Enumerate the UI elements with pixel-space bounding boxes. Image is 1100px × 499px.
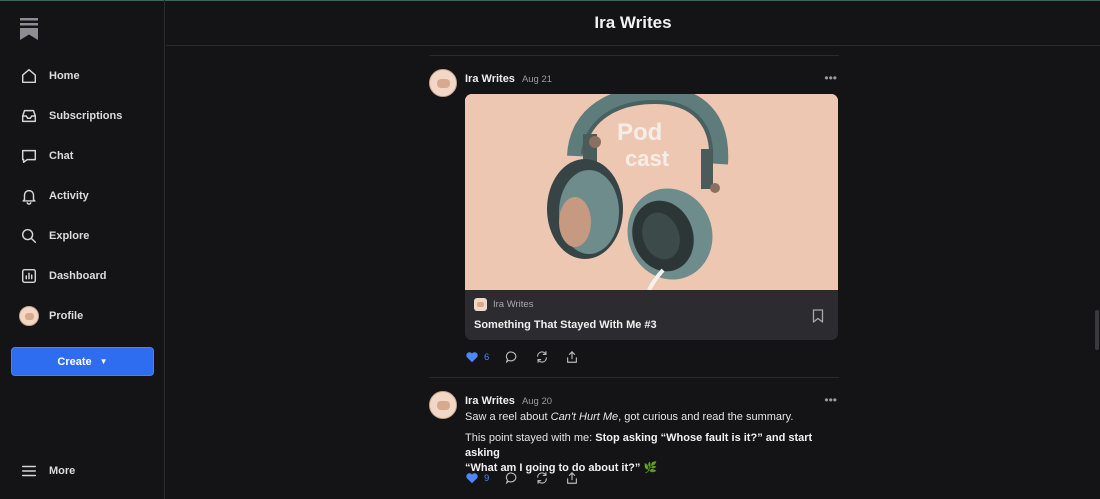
divider [429, 377, 839, 378]
post-date[interactable]: Aug 21 [522, 74, 552, 85]
sidebar-item-label: Chat [49, 150, 74, 162]
text-span: Saw a reel about [465, 411, 551, 423]
text-span: , got curious and read the summary. [618, 411, 794, 423]
post: Ira Writes Aug 20 ••• Saw a reel about C… [429, 391, 839, 499]
scrollbar[interactable] [1095, 310, 1099, 350]
post-author[interactable]: Ira Writes [465, 395, 515, 407]
like-count: 9 [484, 472, 490, 484]
profile-avatar-wrap [19, 306, 39, 326]
card-title[interactable]: Something That Stayed With Me #3 [474, 319, 657, 331]
more-options-icon[interactable]: ••• [824, 393, 837, 407]
art-text-cast: cast [625, 146, 670, 171]
sidebar-item-chat[interactable]: Chat [0, 136, 165, 176]
menu-icon [19, 461, 39, 481]
comment-icon [506, 351, 517, 364]
post-header: Ira Writes Aug 21 [465, 73, 552, 85]
post-text-quote: This point stayed with me: Stop asking “… [465, 431, 845, 476]
caret-down-icon: ▼ [99, 357, 108, 366]
more-options-icon[interactable]: ••• [824, 71, 837, 85]
logo-icon[interactable] [20, 18, 38, 40]
post-card[interactable]: Pod cast Ira Writes Something That Staye… [465, 94, 838, 340]
sidebar-item-label: Subscriptions [49, 110, 123, 122]
post-actions: 6 [465, 350, 595, 364]
sidebar-item-home[interactable]: Home [0, 56, 165, 96]
bookmark-icon[interactable] [812, 309, 824, 323]
sidebar-item-profile[interactable]: Profile [0, 296, 165, 336]
card-footer: Ira Writes Something That Stayed With Me… [465, 290, 838, 340]
leaf-emoji: 🌿 [643, 462, 658, 474]
inbox-icon [19, 106, 39, 126]
restack-button[interactable] [535, 471, 549, 485]
like-button[interactable]: 9 [465, 471, 489, 485]
create-button-label: Create [57, 355, 92, 368]
sidebar-item-label: Explore [49, 230, 90, 242]
heart-icon [466, 352, 478, 363]
post-date[interactable]: Aug 20 [522, 396, 552, 407]
comment-button[interactable] [505, 350, 519, 364]
sidebar-item-more[interactable]: More [0, 451, 165, 491]
share-icon [567, 351, 578, 363]
post-text-line: Saw a reel about Can't Hurt Me, got curi… [465, 410, 845, 425]
more-menu-wrap: More [0, 451, 165, 491]
sidebar-item-activity[interactable]: Activity [0, 176, 165, 216]
post-header: Ira Writes Aug 20 [465, 395, 552, 407]
like-count: 6 [484, 351, 490, 363]
sidebar: Home Subscriptions Chat Activity Explore [0, 0, 165, 499]
text-span: This point stayed with me: [465, 432, 596, 444]
home-icon [19, 66, 39, 86]
restack-icon [537, 472, 548, 484]
sidebar-item-label: Profile [49, 310, 84, 322]
sidebar-item-label: More [49, 465, 76, 477]
bell-icon [19, 186, 39, 206]
card-publication: Ira Writes [474, 298, 533, 311]
publication-name: Ira Writes [493, 299, 534, 310]
sidebar-item-label: Dashboard [49, 270, 107, 282]
publication-avatar [474, 298, 487, 311]
podcast-headphones-illustration: Pod cast [465, 94, 838, 290]
share-button[interactable] [565, 471, 579, 485]
sidebar-item-subscriptions[interactable]: Subscriptions [0, 96, 165, 136]
search-icon [19, 226, 39, 246]
restack-button[interactable] [535, 350, 549, 364]
art-text-pod: Pod [617, 119, 662, 146]
heart-icon [466, 473, 478, 484]
sidebar-item-label: Home [49, 70, 80, 82]
comment-icon [506, 472, 517, 485]
sidebar-item-label: Activity [49, 190, 89, 202]
share-icon [567, 472, 578, 484]
sidebar-item-dashboard[interactable]: Dashboard [0, 256, 165, 296]
post-actions: 9 [465, 471, 595, 485]
page-header: Ira Writes [166, 1, 1100, 46]
comment-button[interactable] [505, 471, 519, 485]
sidebar-nav: Home Subscriptions Chat Activity Explore [0, 56, 165, 336]
avatar[interactable] [429, 69, 457, 97]
book-title: Can't Hurt Me [550, 411, 619, 423]
avatar [19, 306, 39, 326]
create-button[interactable]: Create ▼ [11, 347, 154, 376]
share-button[interactable] [565, 350, 579, 364]
dashboard-icon [19, 266, 39, 286]
post-author[interactable]: Ira Writes [465, 73, 515, 85]
post: Ira Writes Aug 21 ••• Pod cast Ira Write… [429, 69, 839, 369]
like-button[interactable]: 6 [465, 350, 489, 364]
chat-icon [19, 146, 39, 166]
sidebar-item-explore[interactable]: Explore [0, 216, 165, 256]
page-title: Ira Writes [594, 13, 672, 32]
restack-icon [537, 351, 548, 363]
avatar[interactable] [429, 391, 457, 419]
divider [429, 55, 839, 56]
